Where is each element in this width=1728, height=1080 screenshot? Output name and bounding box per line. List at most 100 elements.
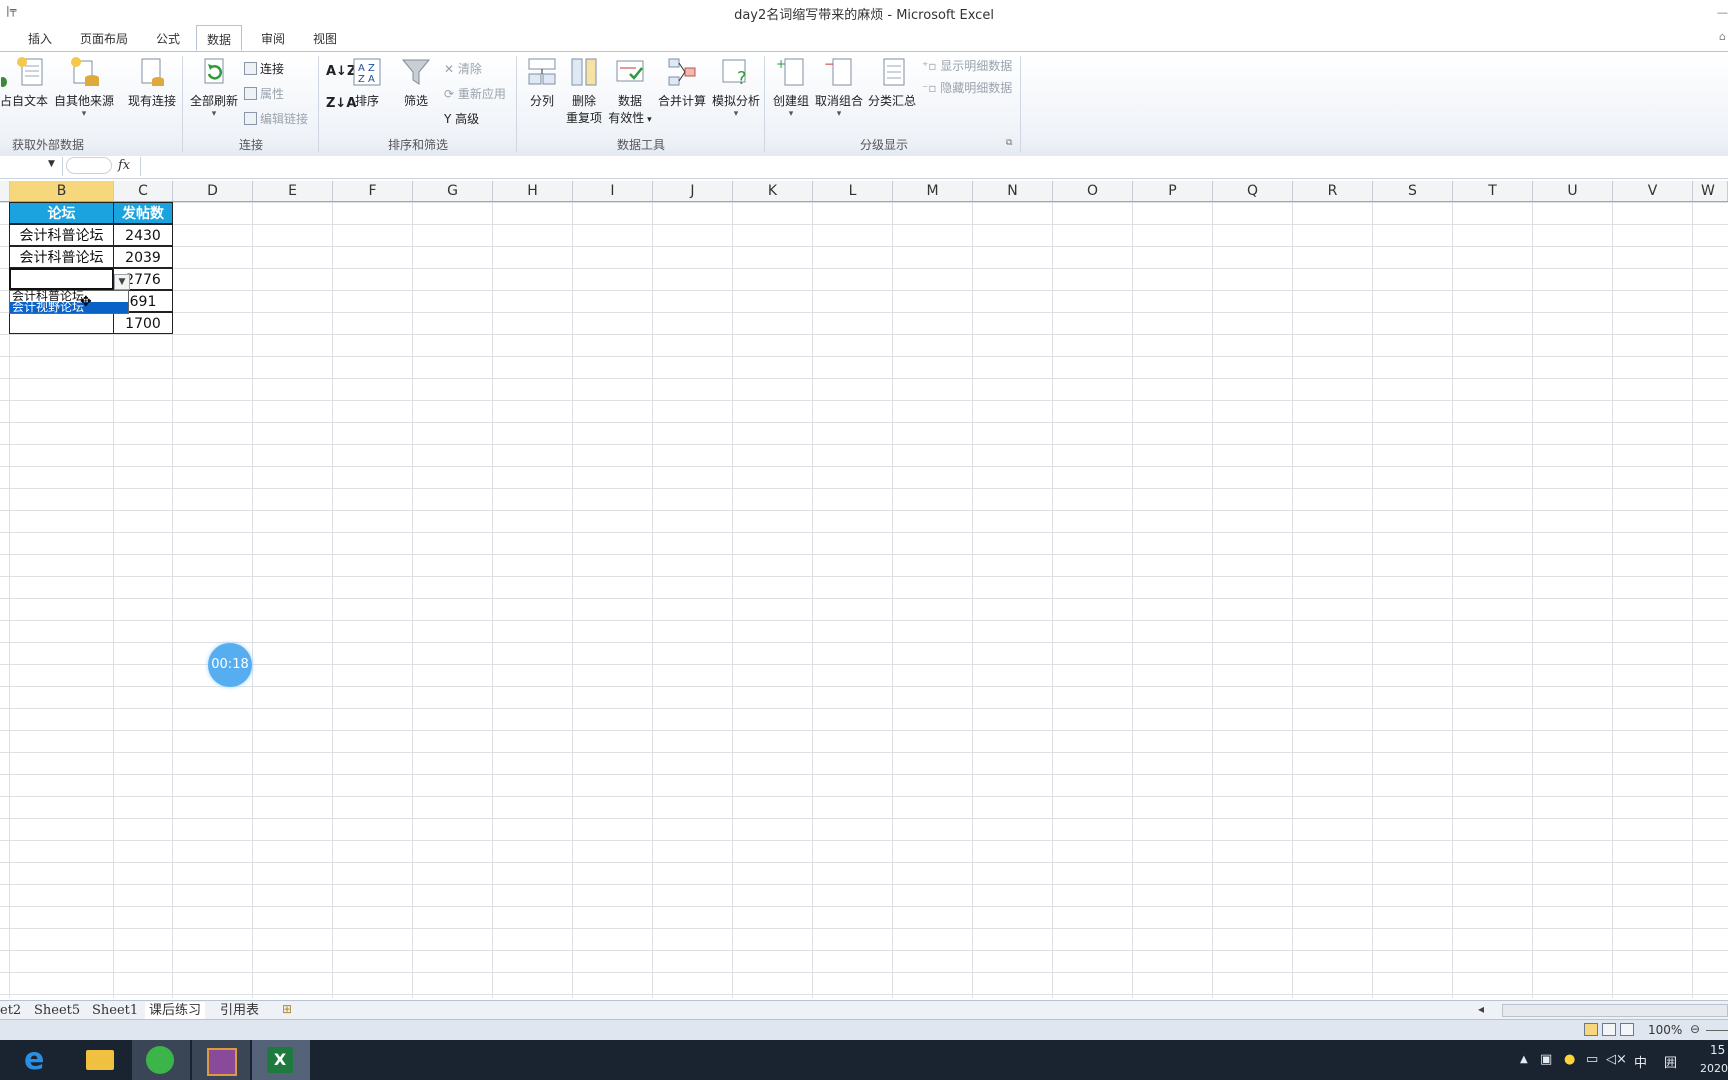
- scroll-left-icon[interactable]: ◂: [1478, 1002, 1484, 1016]
- clear-filter-button[interactable]: ✕ 清除: [444, 60, 482, 77]
- hide-detail-button[interactable]: ⁻▫ 隐藏明细数据: [922, 79, 1012, 96]
- dialog-launcher-icon[interactable]: ⧉: [1006, 138, 1012, 148]
- edit-links-button[interactable]: 编辑链接: [244, 110, 308, 127]
- column-header-t[interactable]: T: [1453, 181, 1533, 201]
- table-cell-forum[interactable]: 会计科普论坛: [9, 224, 114, 246]
- subtotal-button[interactable]: 分类汇总: [866, 56, 918, 109]
- show-detail-button[interactable]: ⁺▫ 显示明细数据: [922, 57, 1012, 74]
- column-header-b[interactable]: B: [10, 181, 114, 201]
- insert-function-icon[interactable]: fx: [118, 158, 130, 173]
- tray-app-icon[interactable]: ●: [1564, 1052, 1575, 1067]
- from-text-button[interactable]: 自文本: [12, 56, 48, 109]
- tray-security-icon[interactable]: ▣: [1540, 1052, 1552, 1067]
- column-header-g[interactable]: G: [413, 181, 493, 201]
- sheet-tab[interactable]: Sheet5: [34, 1002, 80, 1019]
- what-if-analysis-button[interactable]: ? 模拟分析 ▾: [710, 56, 762, 119]
- column-header-r[interactable]: R: [1293, 181, 1373, 201]
- help-icon[interactable]: ⌂: [1719, 30, 1726, 43]
- column-header-u[interactable]: U: [1533, 181, 1613, 201]
- table-cell-count[interactable]: 1700: [113, 312, 173, 334]
- normal-view-icon[interactable]: [1584, 1023, 1598, 1036]
- filter-button[interactable]: 筛选: [398, 56, 434, 109]
- table-cell-count[interactable]: 2039: [113, 246, 173, 268]
- tab-view[interactable]: 视图: [313, 30, 337, 47]
- reapply-button[interactable]: ⟳ 重新应用: [444, 85, 506, 102]
- zoom-out-icon[interactable]: ⊖: [1690, 1022, 1700, 1036]
- column-header-s[interactable]: S: [1373, 181, 1453, 201]
- data-validation-button[interactable]: 数据 有效性 ▾: [606, 56, 654, 126]
- column-header-k[interactable]: K: [733, 181, 813, 201]
- tray-keyboard-icon[interactable]: 囲: [1664, 1052, 1677, 1071]
- header-cell-forum[interactable]: 论坛: [9, 202, 114, 224]
- column-header-j[interactable]: J: [653, 181, 733, 201]
- sheet-tab[interactable]: Sheet1: [92, 1002, 138, 1019]
- text-to-columns-button[interactable]: 分列: [524, 56, 560, 109]
- column-header-f[interactable]: F: [333, 181, 413, 201]
- insert-sheet-icon[interactable]: ⊞: [282, 1002, 292, 1016]
- dropdown-option-highlighted[interactable]: 会计视野论坛: [10, 301, 128, 313]
- column-header-c[interactable]: C: [114, 181, 173, 201]
- column-header-m[interactable]: M: [893, 181, 973, 201]
- horizontal-scrollbar[interactable]: [1502, 1004, 1728, 1017]
- column-header-i[interactable]: I: [573, 181, 653, 201]
- clock-time[interactable]: 15: [1710, 1043, 1725, 1057]
- active-cell[interactable]: [9, 268, 114, 290]
- sheet-tab-active[interactable]: 课后练习: [145, 1002, 206, 1019]
- tray-expand-icon[interactable]: ▲: [1520, 1054, 1528, 1065]
- column-header-l[interactable]: L: [813, 181, 893, 201]
- column-header-d[interactable]: D: [173, 181, 253, 201]
- column-header-p[interactable]: P: [1133, 181, 1213, 201]
- column-header-v[interactable]: V: [1613, 181, 1693, 201]
- column-header-n[interactable]: N: [973, 181, 1053, 201]
- browser-app-icon[interactable]: [132, 1040, 190, 1080]
- header-cell-post-count[interactable]: 发帖数: [113, 202, 173, 224]
- tab-data[interactable]: 数据: [196, 25, 243, 51]
- remove-duplicates-button[interactable]: 删除 重复项: [564, 56, 604, 126]
- tray-ime-icon[interactable]: 中: [1634, 1052, 1647, 1071]
- validation-dropdown-button[interactable]: ▼: [114, 274, 130, 290]
- formula-input[interactable]: [140, 157, 1728, 176]
- group-button[interactable]: + 创建组 ▾: [770, 56, 812, 119]
- zoom-slider[interactable]: [1706, 1030, 1728, 1031]
- other-sources-button[interactable]: 自其他来源 ▾: [52, 56, 116, 119]
- recording-timer[interactable]: 00:18: [208, 643, 252, 687]
- tab-review[interactable]: 审阅: [261, 30, 285, 47]
- from-access-button[interactable]: 占: [0, 56, 12, 109]
- worksheet-grid[interactable]: 论坛 发帖数 会计科普论坛 2430 会计科普论坛 2039 2776 691 …: [0, 202, 1728, 998]
- advanced-filter-button[interactable]: Y 高级: [444, 110, 479, 127]
- column-header-q[interactable]: Q: [1213, 181, 1293, 201]
- edge-browser-icon[interactable]: e: [10, 1040, 68, 1080]
- name-box[interactable]: ▼: [0, 157, 63, 176]
- sort-button[interactable]: A ZZ A 排序: [350, 56, 384, 109]
- zoom-level[interactable]: 100%: [1648, 1023, 1682, 1037]
- consolidate-button[interactable]: 合并计算: [656, 56, 708, 109]
- tab-formulas[interactable]: 公式: [156, 30, 180, 47]
- table-cell-forum[interactable]: 会计科普论坛: [9, 246, 114, 268]
- tab-page-layout[interactable]: 页面布局: [80, 30, 128, 47]
- properties-button[interactable]: 属性: [244, 85, 284, 102]
- row-header-corner[interactable]: [0, 181, 10, 201]
- validation-dropdown-list[interactable]: 会计科普论坛 会计视野论坛: [9, 290, 129, 314]
- existing-connections-button[interactable]: 现有连接: [124, 56, 180, 109]
- column-header-h[interactable]: H: [493, 181, 573, 201]
- column-header-e[interactable]: E: [253, 181, 333, 201]
- ungroup-button[interactable]: − 取消组合 ▾: [814, 56, 864, 119]
- column-header-w[interactable]: W: [1693, 181, 1728, 201]
- archive-app-icon[interactable]: [192, 1040, 250, 1080]
- window-control-icon[interactable]: —: [1717, 6, 1728, 19]
- sheet-tab[interactable]: et2: [0, 1002, 21, 1019]
- excel-app-icon[interactable]: X: [252, 1040, 310, 1080]
- connections-button[interactable]: 连接: [244, 60, 284, 77]
- sheet-tab[interactable]: 引用表: [220, 1002, 259, 1019]
- tray-network-icon[interactable]: ▭: [1586, 1052, 1598, 1067]
- column-header-o[interactable]: O: [1053, 181, 1133, 201]
- page-break-view-icon[interactable]: [1620, 1023, 1634, 1036]
- clock-date[interactable]: 2020: [1700, 1062, 1728, 1075]
- tray-volume-icon[interactable]: ◁×: [1606, 1052, 1627, 1067]
- file-explorer-icon[interactable]: [70, 1040, 128, 1080]
- table-cell-count[interactable]: 2430: [113, 224, 173, 246]
- formula-expand-handle[interactable]: [66, 157, 112, 174]
- chevron-down-icon[interactable]: ▼: [48, 159, 55, 169]
- tab-insert[interactable]: 插入: [28, 30, 52, 47]
- page-layout-view-icon[interactable]: [1602, 1023, 1616, 1036]
